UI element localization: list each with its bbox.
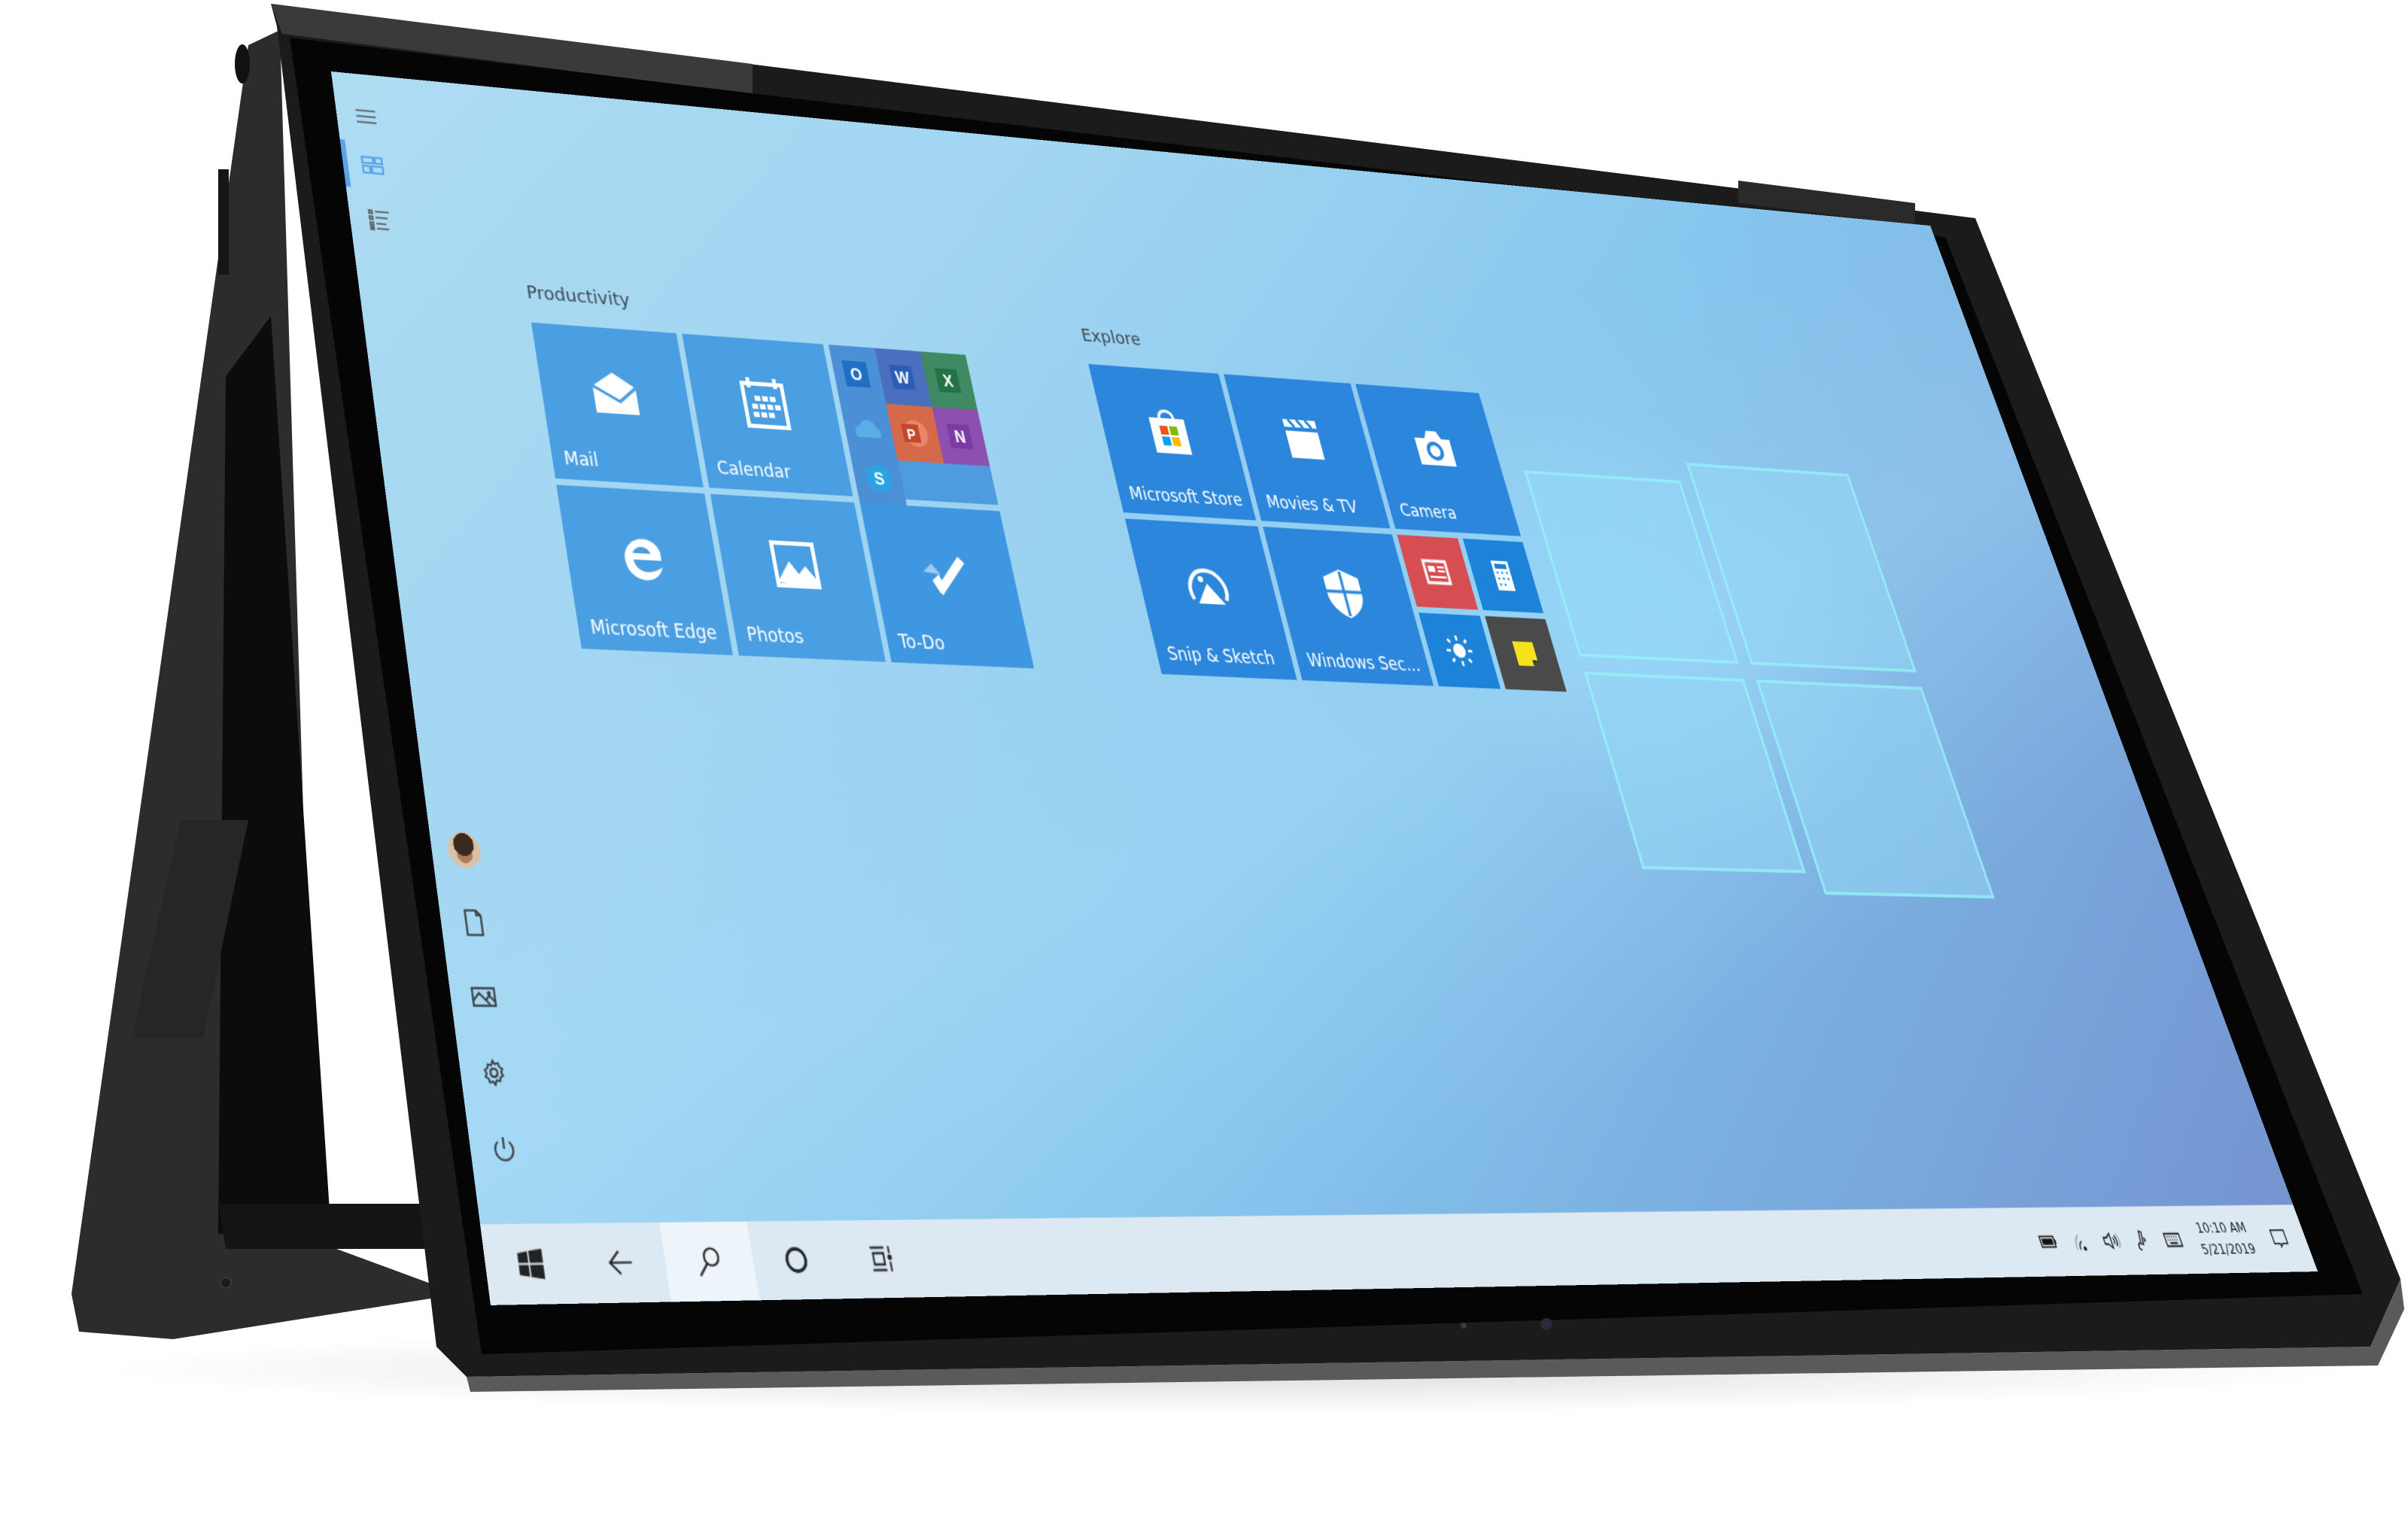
clapper-icon	[1278, 415, 1325, 460]
start-button[interactable]	[480, 1223, 582, 1305]
back-arrow-icon	[604, 1245, 637, 1280]
settings-icon[interactable]	[457, 1042, 531, 1104]
store-bag-icon	[1148, 403, 1193, 455]
hamburger-menu-icon[interactable]	[333, 91, 398, 143]
base-screw	[220, 1277, 232, 1289]
clock-date: 5/21/2019	[2199, 1241, 2259, 1259]
clock-time: 10:10 AM	[2193, 1220, 2249, 1238]
tiles-view-icon[interactable]	[340, 139, 406, 192]
system-tray: 10:10 AM 5/21/2019	[2021, 1205, 2318, 1276]
calendar-icon	[737, 375, 793, 430]
calculator-icon	[1490, 560, 1516, 591]
snip-sketch-icon	[1178, 560, 1237, 613]
tile-label: Calendar	[715, 457, 793, 484]
todo-check-icon	[921, 554, 971, 597]
shield-icon	[1318, 567, 1370, 621]
photos-icon	[768, 539, 823, 591]
avatar-image	[445, 831, 483, 869]
windows-logo-icon	[516, 1248, 546, 1280]
user-avatar[interactable]	[428, 820, 500, 879]
search-button[interactable]	[659, 1221, 760, 1302]
tile-microsoft-edge[interactable]: Microsoft Edge	[556, 485, 733, 655]
cortana-circle-icon	[780, 1243, 813, 1277]
tile-label: Microsoft Store	[1127, 484, 1245, 512]
ir-sensor	[1461, 1323, 1467, 1329]
edge-icon	[622, 538, 665, 582]
news-icon	[1416, 552, 1459, 592]
tile-label: Camera	[1397, 500, 1460, 524]
task-view-button[interactable]	[832, 1220, 932, 1299]
tile-label: Microsoft Edge	[588, 617, 719, 646]
action-center-icon	[2267, 1226, 2293, 1251]
base-hinge-slot	[218, 1204, 451, 1249]
skype-icon[interactable]: S	[855, 457, 904, 499]
back-button[interactable]	[570, 1223, 671, 1304]
tile-label: Mail	[562, 448, 600, 472]
tile-label: To-Do	[896, 631, 947, 655]
camera-icon	[1412, 430, 1458, 467]
tile-label: Windows Sec...	[1305, 650, 1423, 676]
pictures-icon[interactable]	[447, 967, 521, 1028]
tile-mail[interactable]: Mail	[531, 322, 704, 488]
usb-port	[218, 169, 229, 275]
all-apps-list-icon[interactable]	[347, 193, 413, 246]
search-icon	[692, 1244, 726, 1279]
power-icon[interactable]	[467, 1119, 543, 1182]
weather-sun-icon	[1438, 630, 1482, 671]
documents-icon[interactable]	[437, 893, 510, 953]
base-inner-shadow	[218, 316, 331, 1234]
tile-label: Movies & TV	[1264, 492, 1361, 518]
audio-jack	[235, 44, 250, 84]
tile-label: Snip & Sketch	[1165, 643, 1278, 670]
task-view-icon	[865, 1242, 899, 1276]
tile-label: Photos	[745, 624, 806, 649]
cortana-button[interactable]	[746, 1220, 846, 1300]
sticky-notes-icon	[1512, 641, 1540, 667]
mail-icon	[585, 371, 644, 415]
